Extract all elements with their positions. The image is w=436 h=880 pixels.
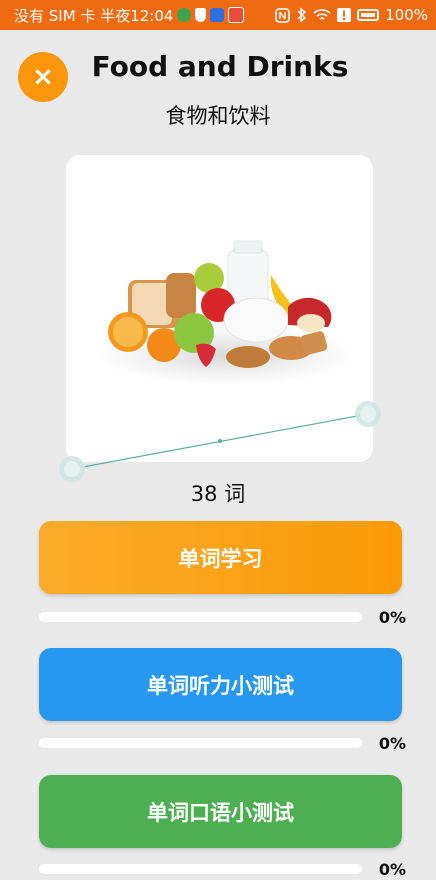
battery-text: 100%: [385, 6, 428, 24]
status-bar: 没有 SIM 卡 半夜12:04 100%: [0, 0, 436, 30]
word-learning-button[interactable]: 单词学习: [39, 521, 402, 594]
status-bar-left: 没有 SIM 卡 半夜12:04: [14, 5, 245, 26]
carrier-time-text: 没有 SIM 卡 半夜12:04: [14, 6, 174, 25]
speaking-quiz-progress-bar: [39, 864, 362, 874]
topic-image-card: [66, 155, 373, 462]
page-subtitle: 食物和饮料: [165, 104, 271, 128]
word-count: 38 词: [190, 482, 246, 506]
bluetooth-icon: [297, 7, 307, 23]
listening-quiz-progress-bar: [39, 738, 362, 748]
close-icon: ×: [32, 62, 54, 92]
speaking-quiz-button[interactable]: 单词口语小测试: [39, 775, 402, 848]
food-and-drinks-illustration: [96, 240, 356, 385]
status-bar-right: 100%: [275, 6, 428, 24]
app-icon-green: [177, 8, 192, 22]
shield-icon: [195, 8, 207, 22]
word-learning-progress-bar: [39, 612, 362, 622]
word-learning-label: 单词学习: [178, 546, 263, 571]
listening-quiz-button[interactable]: 单词听力小测试: [39, 648, 402, 721]
wifi-icon: [313, 9, 331, 20]
page-title: Food and Drinks: [91, 50, 349, 83]
app-icon-red: [228, 7, 245, 23]
listening-quiz-label: 单词听力小测试: [147, 673, 294, 698]
battery-icon: [357, 9, 380, 21]
listening-quiz-progress-label: 0%: [378, 734, 406, 753]
speaking-quiz-label: 单词口语小测试: [147, 800, 294, 825]
app-icon-blue: [210, 8, 225, 22]
nfc-icon: [275, 7, 290, 23]
speaking-quiz-progress-label: 0%: [378, 860, 406, 879]
alert-icon: [337, 8, 352, 22]
close-button[interactable]: ×: [18, 52, 68, 102]
word-learning-progress-label: 0%: [378, 608, 406, 627]
